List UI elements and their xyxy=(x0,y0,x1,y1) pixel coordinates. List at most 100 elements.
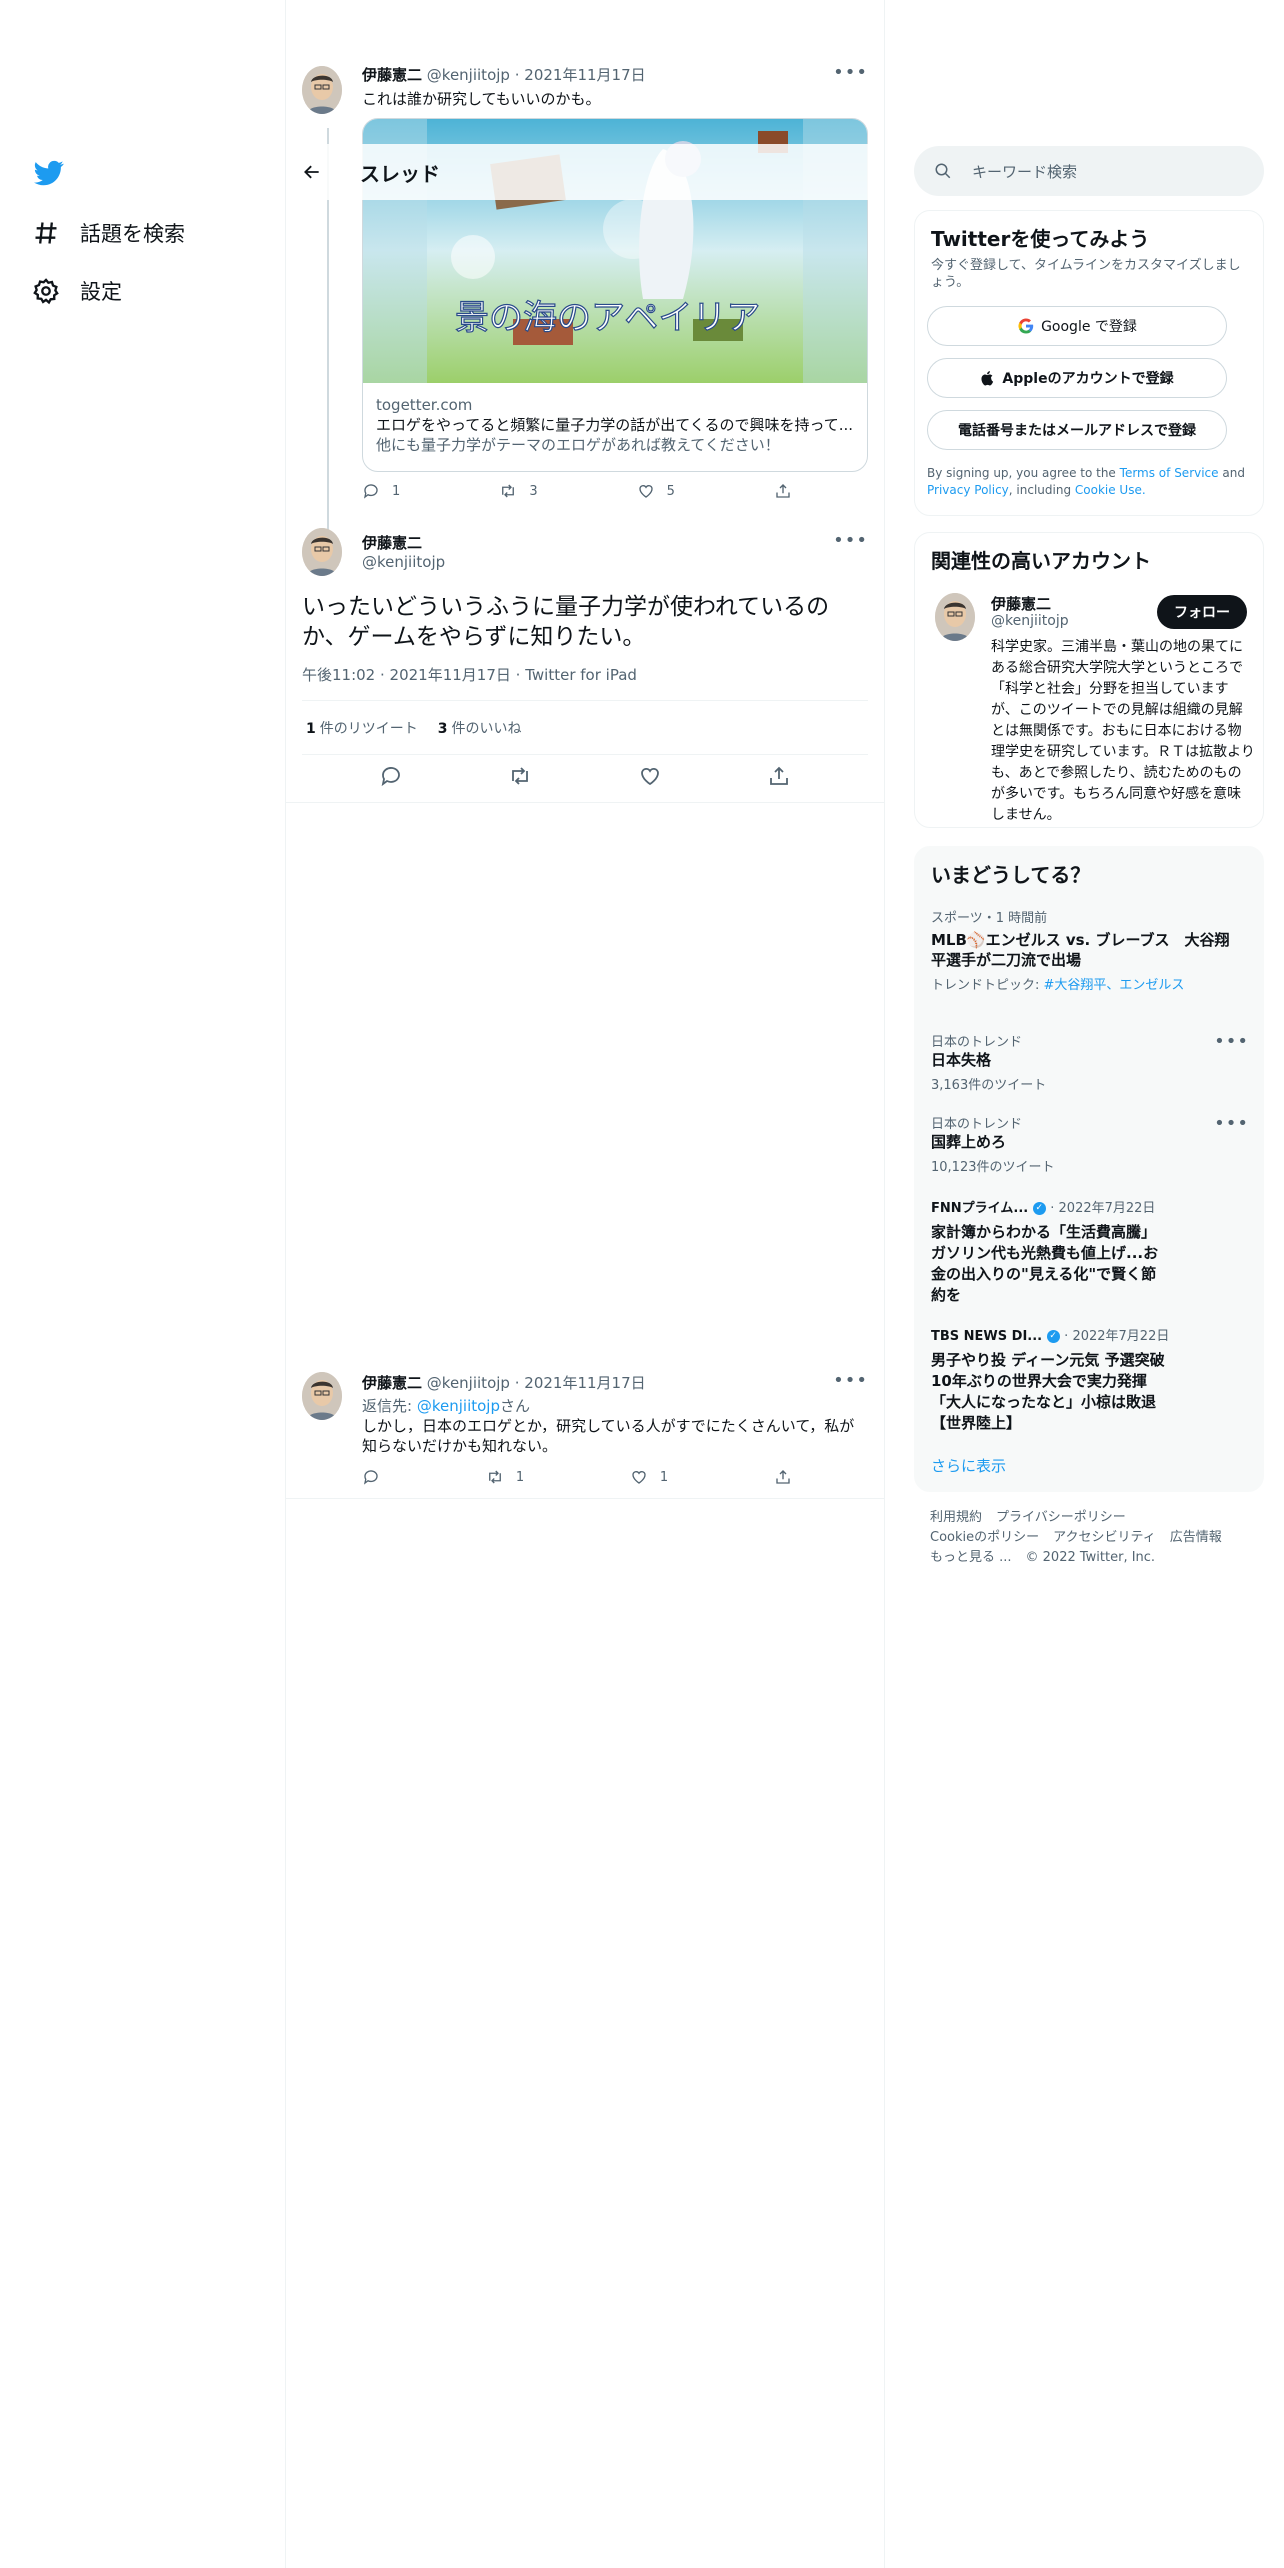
phone-signup-button[interactable]: 電話番号またはメールアドレスで登録 xyxy=(927,410,1227,450)
author-name[interactable]: 伊藤憲二 xyxy=(362,532,422,553)
search-input[interactable]: キーワード検索 xyxy=(972,161,1077,182)
footer-tos-link[interactable]: 利用規約 xyxy=(930,1510,982,1525)
search-bar[interactable]: キーワード検索 xyxy=(914,146,1264,196)
retweet-icon[interactable] xyxy=(508,764,532,788)
trend-count: 3,163件のツイート xyxy=(931,1078,1047,1093)
back-arrow-icon[interactable] xyxy=(302,162,322,182)
share-icon xyxy=(776,1470,790,1484)
more-icon[interactable]: ••• xyxy=(833,530,868,551)
show-more-link[interactable]: さらに表示 xyxy=(931,1455,1006,1476)
share-icon[interactable] xyxy=(767,764,791,788)
footer-privacy-link[interactable]: プライバシーポリシー xyxy=(996,1510,1126,1525)
heart-icon xyxy=(638,485,653,498)
like-stat[interactable]: 3 件のいいね xyxy=(438,718,522,738)
twitter-logo-icon[interactable] xyxy=(32,158,66,188)
tweet-date[interactable]: 2021年11月17日 xyxy=(524,66,645,84)
apple-signup-button[interactable]: Appleのアカウントで登録 xyxy=(927,358,1227,398)
tos-link[interactable]: Terms of Service xyxy=(1120,466,1219,480)
trend-item[interactable]: スポーツ・1 時間前 MLB⚾エンゼルス vs. ブレーブス 大谷翔平選手が二刀… xyxy=(931,907,1231,993)
signup-box: Twitterを使ってみよう 今すぐ登録して、タイムラインをカスタマイズしましょ… xyxy=(914,210,1264,516)
author-handle[interactable]: @kenjiitojp xyxy=(427,66,510,84)
tweet-time[interactable]: 午後11:02 xyxy=(302,666,375,684)
trends-box: いまどうしてる？ スポーツ・1 時間前 MLB⚾エンゼルス vs. ブレーブス … xyxy=(914,846,1264,1492)
more-icon[interactable]: ••• xyxy=(833,1370,868,1391)
apple-signup-label: Appleのアカウントで登録 xyxy=(1002,371,1174,387)
reply-button[interactable] xyxy=(362,1468,380,1486)
trend-title: MLB⚾エンゼルス vs. ブレーブス 大谷翔平選手が二刀流で出場 xyxy=(931,931,1230,969)
reply-icon[interactable] xyxy=(379,764,403,788)
avatar[interactable] xyxy=(302,1372,342,1420)
like-button[interactable]: 5 xyxy=(637,482,675,500)
account-bio: 科学史家。三浦半島・葉山の地の果てにある総合研究大学院大学というところで「科学と… xyxy=(991,639,1255,823)
footer-cookie-link[interactable]: Cookieのポリシー xyxy=(930,1530,1039,1545)
nav-settings[interactable]: 設定 xyxy=(32,276,122,306)
trend-item[interactable]: 日本のトレンド 国葬上めろ 10,123件のツイート xyxy=(931,1113,1231,1175)
reply-to-link[interactable]: @kenjiitojp xyxy=(417,1397,500,1415)
google-signup-button[interactable]: Google で登録 xyxy=(927,306,1227,346)
tweet-client[interactable]: Twitter for iPad xyxy=(525,666,637,684)
divider xyxy=(286,1498,884,1499)
copyright: © 2022 Twitter, Inc. xyxy=(1025,1550,1156,1565)
tweet-stats: 1 件のリツイート 3 件のいいね xyxy=(306,718,522,738)
relevant-title: 関連性の高いアカウント xyxy=(931,549,1151,573)
reply-button[interactable]: 1 xyxy=(362,482,400,500)
tweet-actions: 1 3 5 xyxy=(362,482,792,500)
tweet-header: 伊藤憲二 @kenjiitojp · 2021年11月17日 xyxy=(362,66,646,84)
retweet-count: 1 xyxy=(515,1469,525,1485)
cookie-link[interactable]: Cookie Use. xyxy=(1075,483,1146,497)
trend-topic-link[interactable]: #大谷翔平、エンゼルス xyxy=(1044,978,1185,993)
privacy-link[interactable]: Privacy Policy xyxy=(927,483,1009,497)
divider xyxy=(286,802,884,803)
phone-signup-label: 電話番号またはメールアドレスで登録 xyxy=(958,423,1196,439)
trends-title: いまどうしてる？ xyxy=(931,863,1091,887)
account-name[interactable]: 伊藤憲二 xyxy=(991,593,1051,614)
author-handle[interactable]: @kenjiitojp xyxy=(362,553,445,571)
retweet-button[interactable]: 1 xyxy=(486,1468,524,1486)
retweet-stat[interactable]: 1 件のリツイート xyxy=(306,718,418,738)
avatar[interactable] xyxy=(302,66,342,114)
signup-legal: By signing up, you agree to the Terms of… xyxy=(927,466,1245,497)
trend-title: 国葬上めろ xyxy=(931,1133,1007,1151)
divider xyxy=(884,0,885,2568)
card-title: エロゲをやってると頻繁に量子力学の話が出てくるので興味を持って... xyxy=(376,416,854,434)
author-handle[interactable]: @kenjiitojp xyxy=(427,1374,510,1392)
footer-more-link[interactable]: もっと見る ... xyxy=(930,1550,1012,1565)
tweet-text: いったいどういうふうに量子力学が使われているのか、ゲームをやらずに知りたい。 xyxy=(302,594,830,650)
left-nav: 話題を検索 設定 xyxy=(0,0,285,2568)
heart-icon[interactable] xyxy=(638,764,662,788)
author-name[interactable]: 伊藤憲二 xyxy=(362,66,422,84)
news-title: 家計簿からわかる「生活費高騰」ガソリン代も光熱費も値上げ...お金の出入りの"見… xyxy=(931,1223,1159,1304)
page-title: スレッド xyxy=(360,161,440,186)
news-source: TBS NEWS DI... xyxy=(931,1329,1043,1344)
like-count: 1 xyxy=(659,1469,669,1485)
account-handle[interactable]: @kenjiitojp xyxy=(991,613,1069,629)
tweet-actions: 1 1 xyxy=(362,1468,792,1486)
footer-ads-link[interactable]: 広告情報 xyxy=(1170,1530,1222,1545)
tweet-text: これは誰か研究してもいいのかも。 xyxy=(362,90,601,108)
more-icon[interactable]: ••• xyxy=(1214,1113,1249,1134)
nav-explore[interactable]: 話題を検索 xyxy=(32,218,185,248)
avatar[interactable] xyxy=(935,593,975,641)
share-button[interactable] xyxy=(774,482,792,500)
retweet-icon xyxy=(488,1470,501,1484)
reply-icon xyxy=(363,484,378,499)
nav-settings-label: 設定 xyxy=(80,280,122,304)
thread-header: スレッド xyxy=(286,144,884,200)
like-button[interactable]: 1 xyxy=(630,1468,668,1486)
avatar[interactable] xyxy=(302,528,342,576)
like-count: 5 xyxy=(666,483,675,499)
footer-accessibility-link[interactable]: アクセシビリティ xyxy=(1053,1530,1156,1545)
share-button[interactable] xyxy=(774,1468,792,1486)
author-name[interactable]: 伊藤憲二 xyxy=(362,1374,422,1392)
tweet-date[interactable]: 2021年11月17日 xyxy=(524,1374,645,1392)
more-icon[interactable]: ••• xyxy=(833,62,868,83)
tweet-actions xyxy=(286,764,884,788)
news-item[interactable]: TBS NEWS DI... ✓ · 2022年7月22日 男子やり投 ディーン… xyxy=(931,1325,1231,1434)
news-item[interactable]: FNNプライム... ✓ · 2022年7月22日 家計簿からわかる「生活費高騰… xyxy=(931,1197,1231,1306)
trend-item[interactable]: 日本のトレンド 日本失格 3,163件のツイート xyxy=(931,1031,1231,1093)
news-date: 2022年7月22日 xyxy=(1072,1329,1170,1344)
tweet-date[interactable]: 2021年11月17日 xyxy=(390,666,511,684)
retweet-button[interactable]: 3 xyxy=(499,482,538,500)
follow-button[interactable]: フォロー xyxy=(1157,595,1247,629)
more-icon[interactable]: ••• xyxy=(1214,1031,1249,1052)
